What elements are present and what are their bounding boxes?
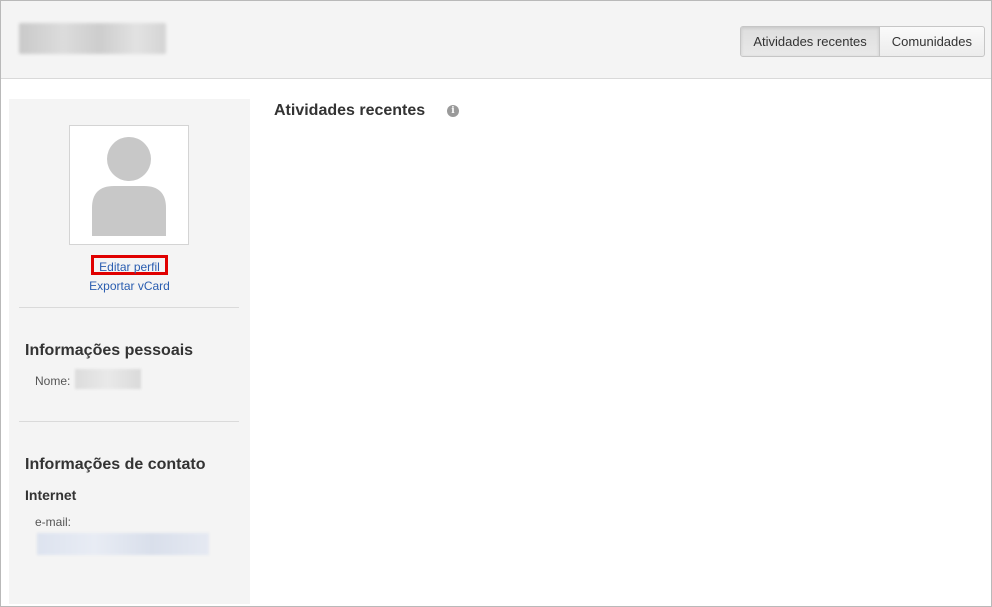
divider xyxy=(19,307,239,308)
avatar xyxy=(69,125,189,245)
tab-group: Atividades recentes Comunidades xyxy=(740,26,985,57)
name-label: Nome: xyxy=(35,374,71,388)
profile-sidebar: Editar perfil Exportar vCard Informações… xyxy=(9,99,250,604)
blurred-email-value xyxy=(37,533,209,555)
header-bar: Atividades recentes Comunidades xyxy=(1,1,991,79)
edit-profile-highlight: Editar perfil xyxy=(91,255,168,275)
contact-info-title: Informações de contato xyxy=(25,456,206,473)
tab-communities[interactable]: Comunidades xyxy=(878,27,984,56)
blurred-name-value xyxy=(75,369,141,389)
internet-label: Internet xyxy=(25,487,77,503)
personal-info-title: Informações pessoais xyxy=(25,342,194,359)
profile-window: Atividades recentes Comunidades Editar p… xyxy=(0,0,992,607)
info-icon[interactable]: i xyxy=(447,105,459,117)
divider xyxy=(19,421,239,422)
page-title: Atividades recentes xyxy=(274,102,426,119)
tab-recent-activities[interactable]: Atividades recentes xyxy=(741,27,879,56)
blurred-user-name xyxy=(19,23,166,54)
person-placeholder-icon xyxy=(92,137,166,236)
export-vcard-link[interactable]: Exportar vCard xyxy=(9,279,250,293)
email-label: e-mail: xyxy=(35,515,72,529)
edit-profile-link[interactable]: Editar perfil xyxy=(99,260,160,274)
